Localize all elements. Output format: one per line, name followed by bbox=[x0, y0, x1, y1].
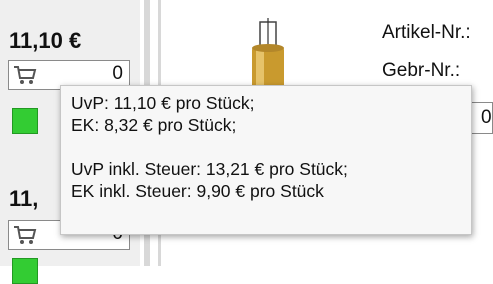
tooltip-line-ek-tax: EK inkl. Steuer: 9,90 € pro Stück bbox=[71, 181, 324, 201]
tooltip-line-uvp: UvP: 11,10 € pro Stück; bbox=[71, 93, 255, 113]
price-tooltip: UvP: 11,10 € pro Stück; EK: 8,32 € pro S… bbox=[60, 85, 472, 235]
tooltip-line-ek: EK: 8,32 € pro Stück; bbox=[71, 115, 237, 135]
cart-icon[interactable] bbox=[12, 64, 38, 86]
availability-indicator-icon bbox=[12, 258, 38, 284]
tooltip-spacer bbox=[71, 136, 461, 158]
quantity-value: 0 bbox=[112, 63, 123, 84]
gebr-number-label: Gebr-Nr.: bbox=[382, 60, 461, 81]
detail-input-value: 0 bbox=[481, 107, 492, 128]
availability-indicator-icon bbox=[12, 108, 38, 134]
price-label: 11,10 € bbox=[9, 28, 82, 53]
article-number-label: Artikel-Nr.: bbox=[382, 22, 471, 43]
price-label: 11, bbox=[9, 186, 39, 211]
tooltip-line-uvp-tax: UvP inkl. Steuer: 13,21 € pro Stück; bbox=[71, 159, 348, 179]
cart-icon[interactable] bbox=[12, 224, 38, 246]
